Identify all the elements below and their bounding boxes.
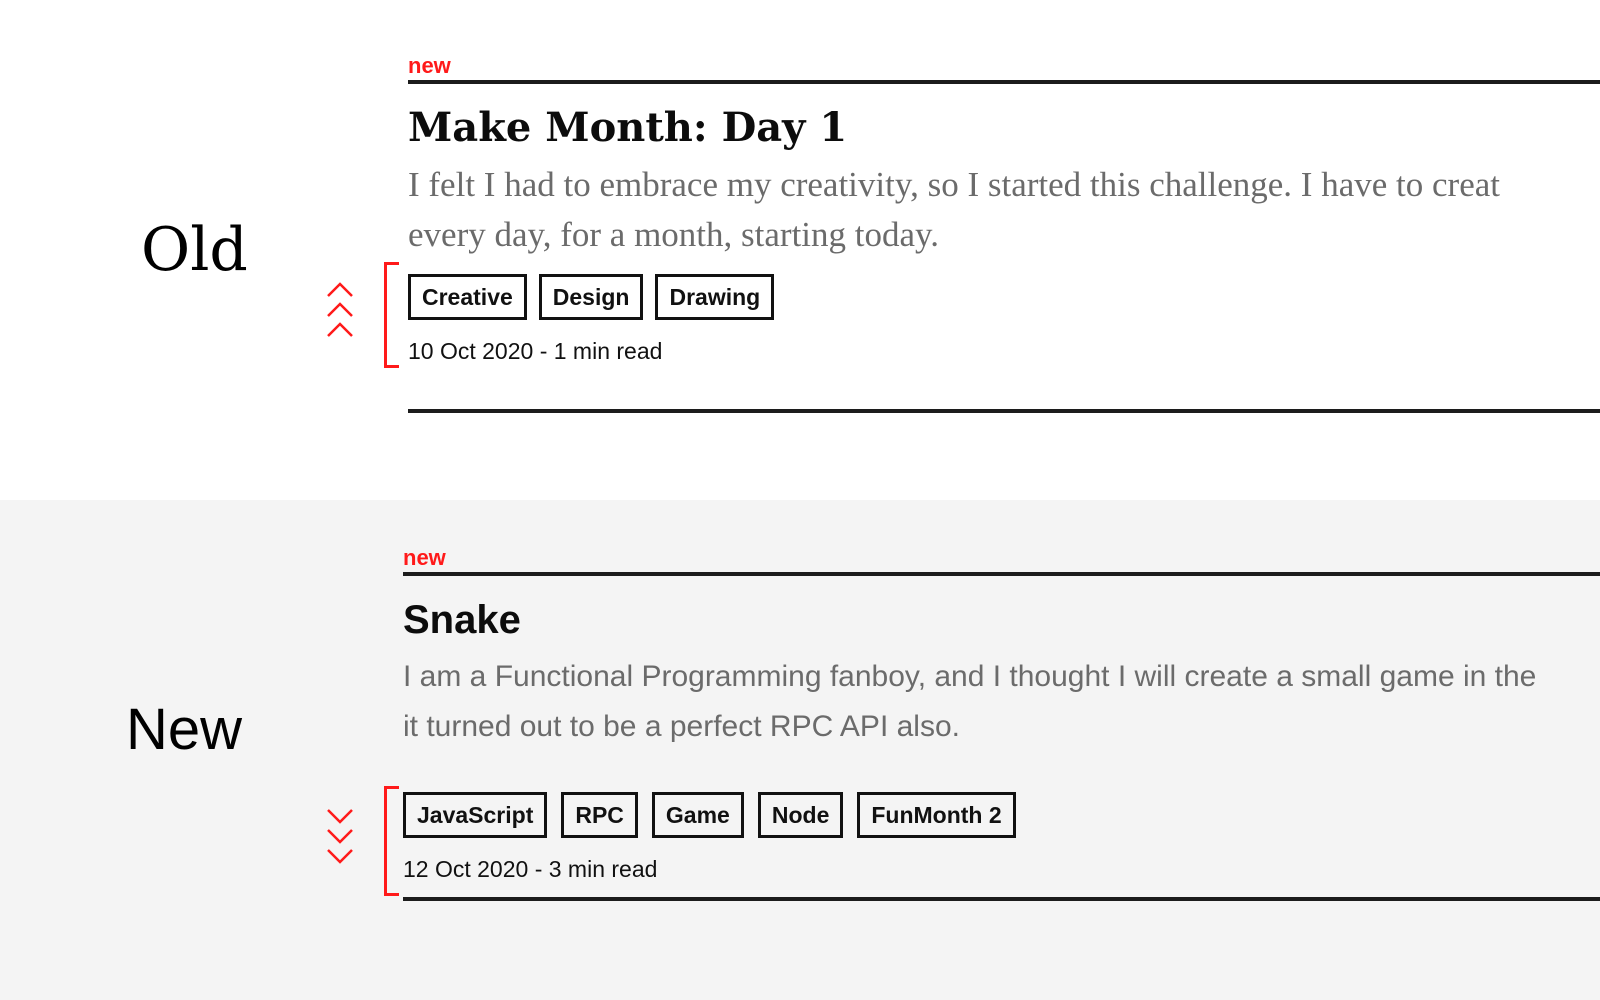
tag-node[interactable]: Node	[757, 792, 844, 838]
post-meta: 10 Oct 2020 - 1 min read	[408, 338, 663, 364]
old-bracket	[384, 262, 399, 368]
bottom-divider	[403, 897, 1600, 901]
tag-drawing[interactable]: Drawing	[655, 274, 775, 320]
tag-rpc[interactable]: RPC	[561, 792, 638, 838]
new-panel: New new Snake I am a Functional Programm…	[0, 500, 1600, 1000]
new-badge: new	[408, 53, 451, 78]
top-divider	[403, 572, 1600, 576]
post-title[interactable]: Snake	[403, 594, 1600, 646]
tag-design[interactable]: Design	[538, 274, 644, 320]
bottom-divider	[408, 409, 1600, 413]
post-excerpt-line-2: it turned out to be a perfect RPC API al…	[403, 710, 960, 743]
tag-list: JavaScript RPC Game Node FunMonth 2	[403, 792, 1600, 838]
post-title[interactable]: Make Month: Day 1	[408, 102, 1600, 154]
post-excerpt-line-1: I am a Functional Programming fanboy, an…	[403, 660, 1537, 693]
top-divider	[408, 80, 1600, 84]
new-label: New	[126, 697, 243, 762]
old-label: Old	[141, 215, 248, 285]
tag-javascript[interactable]: JavaScript	[403, 792, 548, 838]
new-bracket	[384, 786, 399, 896]
old-panel: Old new Make Month: Day 1 I felt I had t…	[0, 0, 1600, 500]
tag-game[interactable]: Game	[651, 792, 744, 838]
post-meta: 12 Oct 2020 - 3 min read	[403, 856, 658, 882]
tag-creative[interactable]: Creative	[408, 274, 527, 320]
post-card-old: new Make Month: Day 1 I felt I had to em…	[408, 52, 1600, 413]
chevrons-up-icon	[325, 280, 359, 340]
post-excerpt-line-1: I felt I had to embrace my creativity, s…	[408, 165, 1500, 204]
tag-list: Creative Design Drawing	[408, 274, 1600, 320]
post-excerpt-line-2: every day, for a month, starting today.	[408, 215, 939, 254]
new-badge: new	[403, 545, 446, 570]
chevrons-down-icon	[325, 806, 359, 866]
post-card-new: new Snake I am a Functional Programming …	[403, 544, 1600, 901]
tag-funmonth-2[interactable]: FunMonth 2	[857, 792, 1016, 838]
